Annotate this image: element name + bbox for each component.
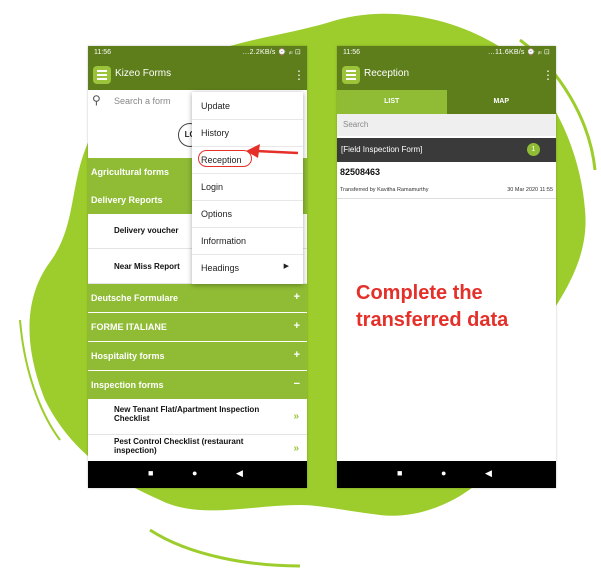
red-pointer-arrow-icon — [246, 144, 299, 158]
status-network: …2.2KB/s ⌚ ᵢₗₗ ⊡ — [242, 49, 301, 56]
app-bar: Reception ⋮ — [337, 60, 556, 90]
status-time: 11:56 — [94, 49, 111, 56]
caption-line-2: transferred data — [356, 309, 509, 331]
status-bar: 11:56 …2.2KB/s ⌚ ᵢₗₗ ⊡ — [88, 46, 307, 60]
form-item-new-tenant-checklist[interactable]: New Tenant Flat/Apartment Inspection Che… — [88, 400, 307, 435]
record-date: 30 Mar 2020 11:55 — [507, 187, 553, 193]
menu-item-label: Update — [201, 101, 231, 111]
back-icon[interactable]: ◀ — [485, 468, 492, 479]
status-bar: 11:56 …11.6KB/s ⌚ ᵢₗₗ ⊡ — [337, 46, 556, 60]
category-label: Deutsche Formulare — [91, 293, 179, 303]
app-bar: Kizeo Forms ⋮ — [88, 60, 307, 90]
menu-item-information[interactable]: Information — [192, 227, 303, 255]
overflow-menu-icon[interactable]: ⋮ — [542, 66, 554, 84]
search-input[interactable]: Search a form — [114, 96, 171, 106]
android-nav-bar: ■ ● ◀ — [88, 461, 307, 488]
splash-outline-bottom — [149, 528, 301, 568]
menu-item-login[interactable]: Login — [192, 173, 303, 201]
count-badge: 1 — [527, 143, 540, 156]
home-icon[interactable]: ● — [192, 468, 197, 478]
kizeo-logo-icon — [342, 66, 360, 84]
search-bar[interactable]: Search — [337, 114, 556, 136]
tab-map[interactable]: MAP — [446, 90, 556, 114]
category-label: Agricultural forms — [91, 167, 170, 177]
menu-item-label: Headings — [201, 263, 240, 273]
expand-plus-icon: + — [293, 349, 300, 361]
menu-item-options[interactable]: Options — [192, 200, 303, 228]
overflow-dropdown-menu: Update History Reception Login Options I… — [192, 92, 303, 284]
right-phone-screen: 11:56 …11.6KB/s ⌚ ᵢₗₗ ⊡ Reception ⋮ LIST… — [337, 46, 556, 488]
category-deutsche-formulare[interactable]: Deutsche Formulare + — [88, 284, 307, 312]
form-item-pest-control-checklist[interactable]: Pest Control Checklist (restaurant inspe… — [88, 435, 307, 462]
received-record-row[interactable]: 82508463 Transferred by Kavitha Ramamurt… — [337, 162, 556, 199]
category-inspection-forms[interactable]: Inspection forms − — [88, 371, 307, 399]
overflow-menu-icon[interactable]: ⋮ — [293, 66, 305, 84]
app-title: Reception — [364, 68, 410, 79]
menu-item-label: Login — [201, 182, 224, 192]
menu-item-label: Options — [201, 209, 233, 219]
form-item-label: Delivery voucher — [114, 226, 179, 235]
tab-list[interactable]: LIST — [337, 90, 447, 114]
view-tabs: LIST MAP — [337, 90, 556, 114]
form-item-label: Near Miss Report — [114, 262, 180, 271]
menu-item-headings[interactable]: Headings ▶ — [192, 254, 303, 281]
menu-item-label: History — [201, 128, 230, 138]
recents-icon[interactable]: ■ — [397, 468, 402, 478]
app-title: Kizeo Forms — [115, 68, 172, 79]
expand-plus-icon: + — [293, 291, 300, 303]
search-input[interactable]: Search — [343, 120, 368, 129]
record-id: 82508463 — [340, 167, 381, 177]
form-item-label: New Tenant Flat/Apartment Inspection Che… — [114, 405, 260, 423]
left-phone-screen: 11:56 …2.2KB/s ⌚ ᵢₗₗ ⊡ Kizeo Forms ⋮ ⚲ S… — [88, 46, 307, 488]
back-icon[interactable]: ◀ — [236, 468, 243, 479]
recents-icon[interactable]: ■ — [148, 468, 153, 478]
category-label: FORME ITALIANE — [91, 322, 167, 332]
category-forme-italiane[interactable]: FORME ITALIANE + — [88, 313, 307, 341]
form-item-label: Pest Control Checklist (restaurant inspe… — [114, 437, 244, 455]
category-label: Delivery Reports — [91, 195, 163, 205]
instruction-caption: Complete the transferred data — [356, 280, 556, 334]
kizeo-logo-icon — [93, 66, 111, 84]
menu-item-update[interactable]: Update — [192, 92, 303, 120]
expand-plus-icon: + — [293, 320, 300, 332]
chevron-right-icon: » — [293, 411, 299, 422]
search-icon: ⚲ — [92, 93, 101, 107]
home-icon[interactable]: ● — [441, 468, 446, 478]
category-label: Hospitality forms — [91, 351, 165, 361]
status-time: 11:56 — [343, 49, 360, 56]
chevron-right-icon: » — [293, 443, 299, 454]
record-transferred-by: Transferred by Kavitha Ramamurthy — [340, 187, 429, 193]
form-group-label: [Field Inspection Form] — [341, 145, 423, 154]
android-nav-bar: ■ ● ◀ — [337, 461, 556, 488]
submenu-arrow-icon: ▶ — [283, 263, 289, 270]
status-network: …11.6KB/s ⌚ ᵢₗₗ ⊡ — [487, 49, 550, 56]
category-label: Inspection forms — [91, 380, 164, 390]
caption-line-1: Complete the — [356, 282, 483, 304]
menu-item-label: Information — [201, 236, 247, 246]
collapse-minus-icon: − — [293, 378, 300, 390]
form-group-header[interactable]: [Field Inspection Form] 1 — [337, 138, 556, 162]
category-hospitality-forms[interactable]: Hospitality forms + — [88, 342, 307, 370]
menu-item-label: Reception — [201, 155, 242, 165]
